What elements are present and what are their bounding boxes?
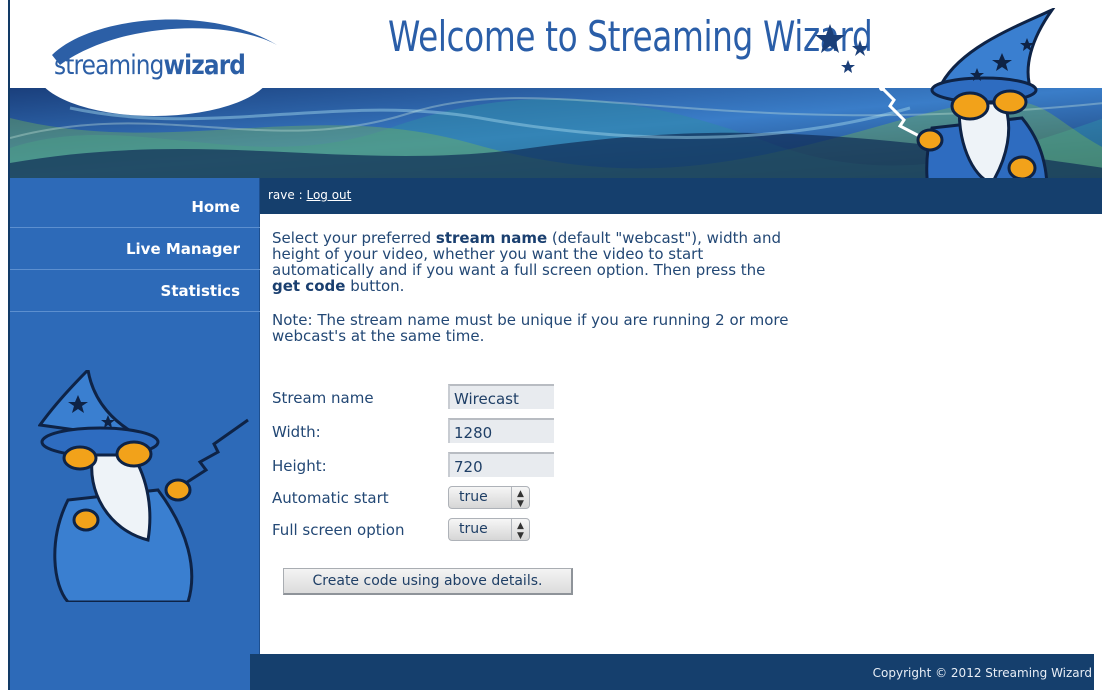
sidebar-item-statistics[interactable]: Statistics [10, 270, 260, 312]
header: streamingwizard Welcome to Streaming Wiz… [10, 0, 1102, 178]
user-bar: rave : Log out [260, 178, 1102, 214]
auto-start-label: Automatic start [272, 489, 389, 507]
site-logo[interactable]: streamingwizard [54, 50, 246, 81]
sidebar-item-label: Live Manager [125, 240, 240, 258]
auto-start-select[interactable]: true ▲ ▼ [448, 486, 530, 509]
fullscreen-label: Full screen option [272, 521, 405, 539]
fullscreen-select[interactable]: true ▲ ▼ [448, 518, 530, 541]
height-row: Height: [272, 452, 672, 478]
copyright-text: Copyright © 2012 Streaming Wizard [872, 666, 1092, 680]
instructions-paragraph: Select your preferred stream name (defau… [272, 229, 781, 295]
auto-start-row: Automatic start true ▲ ▼ [272, 484, 672, 510]
sidebar-item-label: Statistics [160, 282, 240, 300]
wizard-mascot-image [38, 370, 249, 602]
page-title: Welcome to Streaming Wizard [388, 12, 873, 61]
stream-name-row: Stream name [272, 384, 672, 410]
stream-name-input[interactable] [448, 384, 554, 409]
sidebar: Home Live Manager Statistics [10, 178, 260, 690]
auto-start-value: true [459, 489, 488, 505]
updown-arrows-icon: ▲ ▼ [511, 519, 529, 541]
width-input[interactable] [448, 418, 554, 443]
sidebar-item-label: Home [191, 198, 240, 216]
fullscreen-value: true [459, 521, 488, 537]
wizard-mascot-image [879, 8, 1056, 178]
footer: Copyright © 2012 Streaming Wizard [250, 654, 1094, 690]
note-paragraph: Note: The stream name must be unique if … [272, 311, 789, 345]
intro-text: Select your preferred stream name (defau… [272, 230, 792, 362]
height-input[interactable] [448, 452, 554, 477]
fullscreen-row: Full screen option true ▲ ▼ [272, 516, 672, 542]
width-label: Width: [272, 423, 321, 441]
width-row: Width: [272, 418, 672, 444]
stars-icon [815, 24, 868, 73]
logout-link[interactable]: Log out [306, 188, 351, 202]
create-code-button[interactable]: Create code using above details. [283, 568, 573, 595]
height-label: Height: [272, 457, 327, 475]
sidebar-item-live-manager[interactable]: Live Manager [10, 228, 260, 270]
stream-name-label: Stream name [272, 389, 374, 407]
sidebar-item-home[interactable]: Home [10, 186, 260, 228]
sidebar-nav: Home Live Manager Statistics [10, 186, 260, 312]
updown-arrows-icon: ▲ ▼ [511, 487, 529, 509]
username-label: rave : [268, 188, 303, 202]
